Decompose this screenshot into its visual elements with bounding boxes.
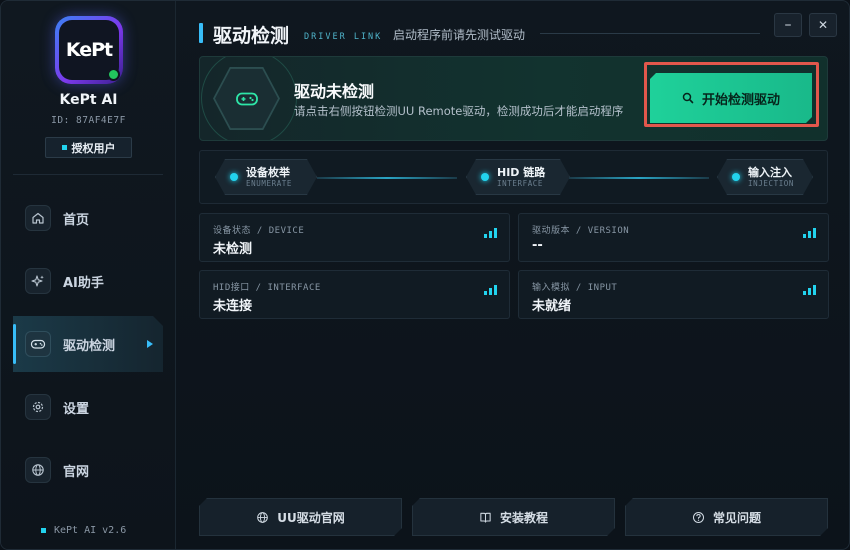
app-name: KePt AI xyxy=(59,92,118,108)
info-card-version: 驱动版本 / VERSION -- xyxy=(518,213,829,262)
page-title: 驱动检测 xyxy=(213,25,290,47)
signal-icon xyxy=(484,228,497,238)
minimize-icon: – xyxy=(784,17,792,33)
main-panel: 驱动检测 DRIVER LINK 启动程序前请先测试驱动 – ✕ 驱动未检测 请… xyxy=(177,1,849,550)
app-window: KePt KePt AI ID: 87AF4E7F 授权用户 首页 AI助手 驱… xyxy=(0,0,850,550)
sidebar-item-label: 官网 xyxy=(63,464,90,480)
faq-button[interactable]: 常见问题 xyxy=(625,498,828,536)
status-description: 请点击右侧按钮检测UU Remote驱动，检测成功后才能启动程序 xyxy=(294,104,624,118)
globe-icon xyxy=(256,511,269,524)
sidebar-item-website[interactable]: 官网 xyxy=(13,442,163,498)
step-enumerate: 设备枚举 ENUMERATE xyxy=(215,159,317,195)
info-label: 设备状态 / DEVICE xyxy=(213,226,305,236)
step-connector xyxy=(569,177,709,179)
footer-button-label: 常见问题 xyxy=(712,510,761,525)
sidebar-item-label: 首页 xyxy=(63,212,90,228)
home-icon xyxy=(25,205,51,231)
info-value: 未就绪 xyxy=(532,299,572,314)
step-status-dot xyxy=(230,173,238,181)
footer-button-label: 安装教程 xyxy=(499,510,548,525)
step-connector xyxy=(317,177,457,179)
step-injection: 输入注入 INJECTION xyxy=(717,159,813,195)
sidebar-item-label: 驱动检测 xyxy=(63,338,116,354)
auth-badge-label: 授权用户 xyxy=(71,141,116,155)
sidebar-item-home[interactable]: 首页 xyxy=(13,190,163,246)
page-subtitle-en: DRIVER LINK xyxy=(304,32,383,42)
install-guide-button[interactable]: 安装教程 xyxy=(412,498,615,536)
sidebar: KePt KePt AI ID: 87AF4E7F 授权用户 首页 AI助手 驱… xyxy=(1,1,176,549)
status-title: 驱动未检测 xyxy=(294,82,375,101)
gamepad-icon xyxy=(235,92,258,105)
info-label: 输入模拟 / INPUT xyxy=(532,283,618,293)
sidebar-item-settings[interactable]: 设置 xyxy=(13,379,163,435)
auth-badge: 授权用户 xyxy=(45,137,132,158)
book-icon xyxy=(479,511,492,524)
question-icon xyxy=(692,511,705,524)
badge-square-icon xyxy=(61,145,67,150)
step-sublabel: ENUMERATE xyxy=(246,178,293,188)
detection-steps: 设备枚举 ENUMERATE HID 链路 INTERFACE 输入注入 INJ… xyxy=(199,150,828,204)
title-accent-bar xyxy=(199,23,203,43)
step-label: HID 链路 xyxy=(497,165,546,179)
version-square-icon xyxy=(41,528,46,533)
step-status-dot xyxy=(732,173,740,181)
sidebar-item-label: AI助手 xyxy=(63,275,104,291)
info-value: 未检测 xyxy=(213,242,253,257)
minimize-button[interactable]: – xyxy=(774,13,802,37)
gamepad-icon xyxy=(25,331,51,357)
app-logo: KePt xyxy=(55,16,123,84)
signal-icon xyxy=(803,228,816,238)
close-button[interactable]: ✕ xyxy=(809,13,837,37)
online-status-dot xyxy=(107,68,120,81)
page-description: 启动程序前请先测试驱动 xyxy=(393,28,526,42)
step-status-dot xyxy=(481,173,489,181)
step-sublabel: INJECTION xyxy=(748,178,795,188)
step-sublabel: INTERFACE xyxy=(497,178,544,188)
highlight-box xyxy=(644,62,819,127)
info-card-device: 设备状态 / DEVICE 未检测 xyxy=(199,213,510,262)
info-card-interface: HID接口 / INTERFACE 未连接 xyxy=(199,270,510,319)
signal-icon xyxy=(484,285,497,295)
info-value: -- xyxy=(532,238,543,253)
close-icon: ✕ xyxy=(817,18,829,32)
version-label: KePt AI v2.6 xyxy=(54,525,127,536)
info-value: 未连接 xyxy=(213,299,253,314)
globe-icon xyxy=(25,457,51,483)
sparkle-icon xyxy=(25,268,51,294)
info-card-input: 输入模拟 / INPUT 未就绪 xyxy=(518,270,829,319)
step-interface: HID 链路 INTERFACE xyxy=(466,159,570,195)
title-divider xyxy=(540,33,760,34)
info-label: 驱动版本 / VERSION xyxy=(532,226,630,236)
app-id: ID: 87AF4E7F xyxy=(51,115,126,126)
sidebar-item-label: 设置 xyxy=(63,401,90,417)
uu-website-button[interactable]: UU驱动官网 xyxy=(199,498,402,536)
sidebar-item-driver-detect[interactable]: 驱动检测 xyxy=(13,316,163,372)
sidebar-item-ai-assistant[interactable]: AI助手 xyxy=(13,253,163,309)
sidebar-divider xyxy=(13,174,163,175)
step-label: 设备枚举 xyxy=(246,165,290,179)
active-caret-icon xyxy=(147,340,153,348)
gear-icon xyxy=(25,394,51,420)
step-label: 输入注入 xyxy=(748,165,792,179)
signal-icon xyxy=(803,285,816,295)
version-info: KePt AI v2.6 xyxy=(41,525,126,536)
info-label: HID接口 / INTERFACE xyxy=(213,283,321,293)
footer-button-label: UU驱动官网 xyxy=(277,510,345,525)
